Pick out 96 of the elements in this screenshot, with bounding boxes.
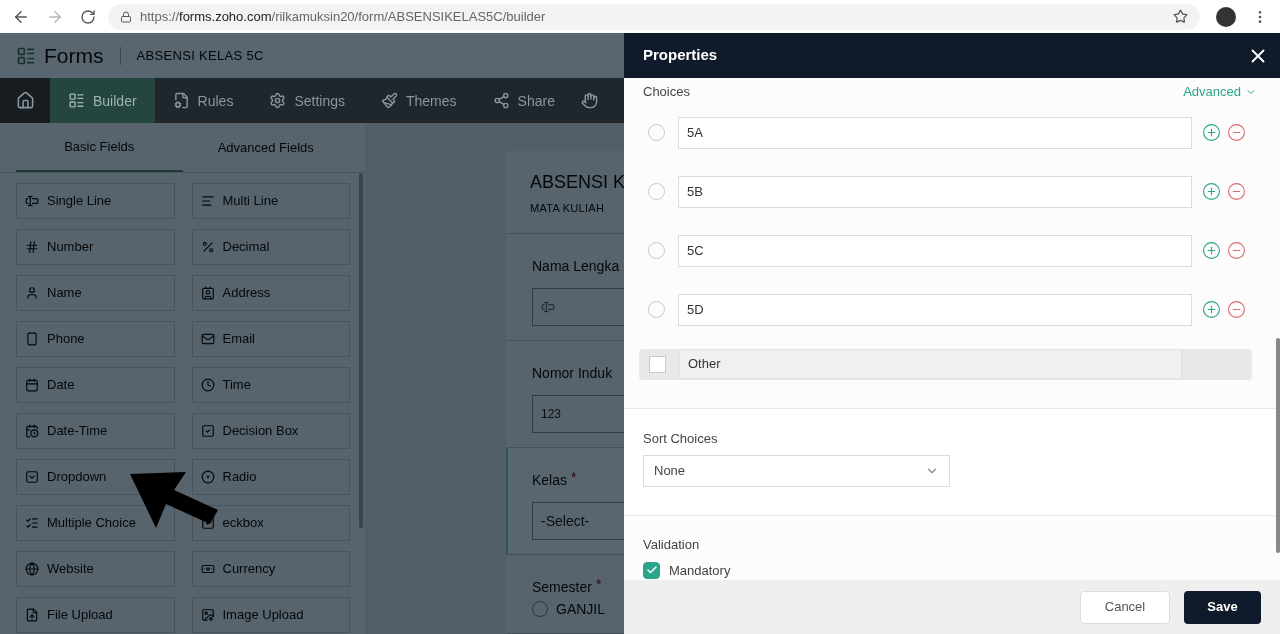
field-type-button[interactable]: Address (191, 275, 350, 311)
section-label: Choices (643, 83, 690, 101)
field-tab[interactable]: Basic Fields (16, 123, 183, 172)
remove-icon[interactable] (1227, 182, 1246, 201)
logo-icon (16, 45, 36, 66)
choice-input[interactable]: 5A (678, 116, 1192, 149)
add-icon[interactable] (1202, 123, 1221, 142)
form-subtitle: MATA KULIAH (530, 201, 606, 216)
cancel-button[interactable]: Cancel (1080, 590, 1170, 624)
field-type-button[interactable]: Date (16, 367, 175, 403)
field-type-button[interactable]: Date-Time (16, 413, 175, 449)
percent-icon (200, 240, 215, 254)
radio-icon (200, 470, 215, 484)
field-type-button[interactable]: eckbox (191, 505, 350, 541)
field-type-button[interactable]: Number (16, 229, 175, 265)
reload-icon[interactable] (80, 8, 96, 25)
file-upload-icon (25, 608, 39, 622)
field-type-button[interactable]: Decimal (191, 229, 350, 265)
text-cursor-icon (541, 299, 555, 314)
panel-title: Properties (643, 45, 718, 66)
nav-tab[interactable]: Share (474, 78, 573, 123)
share-icon (492, 92, 510, 109)
question-label: Kelas (532, 470, 568, 490)
field-type-button[interactable]: Multiple Choice (16, 505, 175, 541)
calendar-icon (25, 378, 39, 392)
question-label: Nama Lengka (532, 256, 620, 276)
choice-input[interactable]: 5B (678, 175, 1192, 208)
profile-avatar[interactable] (1216, 6, 1236, 27)
field-type-button[interactable]: Time (191, 367, 350, 403)
lock-icon (120, 10, 132, 23)
field-type-button[interactable]: Website (16, 551, 175, 587)
hash-icon (25, 240, 39, 254)
add-icon[interactable] (1202, 300, 1221, 319)
sort-select[interactable]: None (643, 455, 950, 487)
field-type-button[interactable]: Name (16, 275, 175, 311)
text-cursor-icon (25, 194, 39, 208)
contact-card-icon (200, 286, 215, 300)
hand-icon[interactable] (580, 92, 598, 109)
required-mark: * (571, 469, 577, 484)
required-mark: * (595, 576, 602, 591)
nav-tab[interactable]: Builder (50, 78, 155, 123)
advanced-link[interactable]: Advanced (1183, 82, 1257, 102)
checkbox-label: Mandatory (669, 561, 731, 580)
field-type-button[interactable]: Multi Line (191, 183, 350, 219)
save-button[interactable]: Save (1184, 590, 1261, 624)
checkbox[interactable] (643, 561, 660, 579)
app-logo: Forms (44, 42, 104, 69)
remove-icon[interactable] (1227, 241, 1246, 260)
field-type-button[interactable]: File Upload (16, 597, 175, 633)
clock-icon (200, 378, 215, 392)
field-type-button[interactable]: Phone (16, 321, 175, 357)
person-icon (25, 286, 39, 300)
add-icon[interactable] (1202, 182, 1221, 201)
option-label: GANJIL (556, 599, 605, 619)
nav-tab[interactable]: Rules (154, 78, 252, 123)
field-type-button[interactable]: Currency (191, 551, 350, 587)
question-label: Semester (532, 577, 592, 597)
form-name: ABSENSI KELAS 5C (136, 46, 264, 65)
address-bar[interactable]: https://forms.zoho.com/rilkamuksin20/form/ABSENSIKELAS5C/builder (108, 3, 1200, 30)
checkbox-icon (200, 424, 215, 438)
field-type-button[interactable]: Decision Box (191, 413, 350, 449)
url-text: https://forms.zoho.com/rilkamuksin20/form/ABSENSIKELAS5C/builder (140, 7, 546, 26)
home-button[interactable] (0, 78, 50, 123)
phone-icon (25, 332, 39, 346)
bookmark-icon[interactable] (1173, 9, 1188, 24)
dropdown-icon (25, 470, 39, 484)
list-icon (25, 516, 39, 530)
field-tab[interactable]: Advanced Fields (182, 123, 349, 172)
remove-icon[interactable] (1227, 123, 1246, 142)
remove-icon[interactable] (1227, 300, 1246, 319)
document-icon (172, 92, 190, 109)
choice-input[interactable]: 5C (678, 234, 1192, 267)
layout-icon (68, 92, 85, 109)
calendar-clock-icon (25, 424, 39, 438)
home-icon (15, 91, 35, 110)
field-type-button[interactable]: Single Line (16, 183, 175, 219)
nav-tab[interactable]: Themes (363, 78, 475, 123)
question-label: Nomor Induk (532, 363, 613, 383)
section-label: Validation (643, 536, 701, 554)
nav-tab[interactable]: Settings (251, 78, 363, 123)
lines-icon (200, 194, 215, 208)
field-type-button[interactable]: Radio (191, 459, 350, 495)
envelope-icon (200, 332, 215, 346)
section-label: Sort Choices (643, 429, 719, 448)
field-type-button[interactable]: Email (191, 321, 350, 357)
banknote-icon (200, 562, 215, 576)
brush-icon (381, 92, 398, 109)
field-type-button[interactable]: Image Upload (191, 597, 350, 633)
image-upload-icon (200, 608, 215, 622)
form-title: ABSENSI K (530, 171, 624, 194)
other-input[interactable]: Other (679, 349, 1182, 379)
add-icon[interactable] (1202, 241, 1221, 260)
settings-icon (269, 92, 287, 109)
globe-icon (25, 562, 39, 576)
checkbox[interactable] (649, 355, 666, 373)
choice-input[interactable]: 5D (678, 293, 1192, 326)
